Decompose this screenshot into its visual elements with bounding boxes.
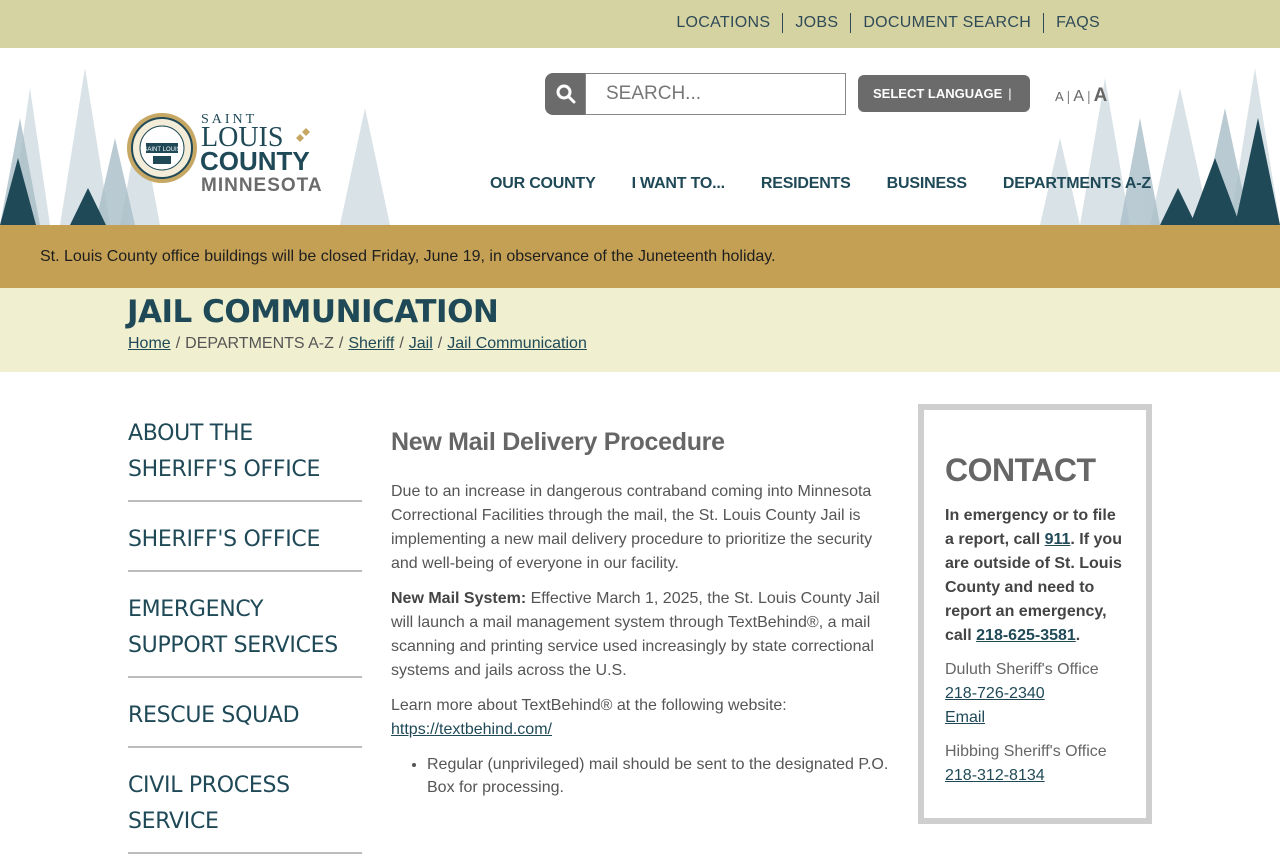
text-size-sep: | (1066, 88, 1071, 104)
content-paragraph: New Mail System: Effective March 1, 2025… (391, 587, 891, 683)
text-size-large[interactable]: A (1094, 85, 1108, 107)
contact-heading: CONTACT (945, 452, 1096, 488)
breadcrumb-sep: / (175, 335, 181, 352)
alert-text: St. Louis County office buildings will b… (40, 247, 776, 265)
content-paragraph: Learn more about TextBehind® at the foll… (391, 694, 891, 742)
breadcrumb-current[interactable]: Jail Communication (447, 335, 587, 352)
utility-bar: LOCATIONS JOBS DOCUMENT SEARCH FAQS (0, 0, 1280, 48)
duluth-office: Duluth Sheriff's Office 218-726-2340 Ema… (945, 658, 1126, 730)
phone-911-link[interactable]: 911 (1045, 531, 1071, 548)
utility-links: LOCATIONS JOBS DOCUMENT SEARCH FAQS (664, 13, 1112, 33)
duluth-phone-link[interactable]: 218-726-2340 (945, 685, 1045, 702)
breadcrumb-jail[interactable]: Jail (409, 335, 433, 352)
svg-text:COUNTY: COUNTY (200, 146, 310, 176)
text-size-sep: | (1086, 88, 1091, 104)
hibbing-office: Hibbing Sheriff's Office 218-312-8134 (945, 740, 1126, 788)
breadcrumb-sheriff[interactable]: Sheriff (348, 335, 394, 352)
svg-text:SAINT LOUIS: SAINT LOUIS (143, 147, 180, 153)
search-icon (556, 84, 575, 104)
breadcrumb-sep: / (338, 335, 344, 352)
sidebar-item-civil-process-service[interactable]: CIVIL PROCESS SERVICE (128, 762, 362, 854)
textbehind-link[interactable]: https://textbehind.com/ (391, 721, 552, 738)
sidebar-item-sheriffs-office[interactable]: SHERIFF'S OFFICE (128, 516, 362, 572)
county-logo[interactable]: SAINT LOUIS SAINT LOUIS COUNTY MINNESOTA (126, 110, 336, 200)
content-heading: New Mail Delivery Procedure (391, 428, 725, 456)
text-size-medium[interactable]: A (1073, 88, 1084, 106)
nav-business[interactable]: BUSINESS (887, 175, 967, 193)
duluth-email-link[interactable]: Email (945, 709, 985, 726)
document-search-link[interactable]: DOCUMENT SEARCH (850, 13, 1043, 33)
nav-our-county[interactable]: OUR COUNTY (490, 175, 596, 193)
hibbing-phone-link[interactable]: 218-312-8134 (945, 767, 1045, 784)
content-paragraph: Due to an increase in dangerous contraba… (391, 483, 873, 572)
sidebar-item-about-sheriffs-office[interactable]: ABOUT THE SHERIFF'S OFFICE (128, 410, 362, 502)
search-input[interactable] (585, 73, 846, 115)
county-seal-icon: SAINT LOUIS SAINT LOUIS COUNTY MINNESOTA (127, 112, 323, 196)
sidebar-item-rescue-squad[interactable]: RESCUE SQUAD (128, 692, 362, 748)
main-content: New Mail Delivery Procedure Due to an in… (391, 424, 891, 799)
emergency-phone-link[interactable]: 218-625-3581 (976, 627, 1076, 644)
svg-text:MINNESOTA: MINNESOTA (201, 175, 323, 196)
site-header: SAINT LOUIS SAINT LOUIS COUNTY MINNESOTA… (0, 48, 1280, 225)
contact-box: CONTACT In emergency or to file a report… (918, 404, 1152, 824)
breadcrumb-home[interactable]: Home (128, 335, 171, 352)
search-button[interactable] (545, 73, 586, 115)
locations-link[interactable]: LOCATIONS (664, 13, 782, 33)
sidebar-item-emergency-support-services[interactable]: EMERGENCY SUPPORT SERVICES (128, 586, 362, 678)
text-size-controls: A | A | A (1055, 85, 1107, 107)
jobs-link[interactable]: JOBS (782, 13, 850, 33)
select-language-button[interactable]: SELECT LANGUAGE | (858, 75, 1030, 112)
list-item: Regular (unprivileged) mail should be se… (427, 753, 891, 799)
breadcrumb-sep: / (437, 335, 443, 352)
emergency-text-part: . (1075, 627, 1081, 644)
title-band: JAIL COMMUNICATION Home / DEPARTMENTS A-Z /… (0, 288, 1280, 372)
select-language-label: SELECT LANGUAGE (873, 86, 1003, 101)
text-size-small[interactable]: A (1055, 89, 1064, 104)
office-name: Duluth Sheriff's Office (945, 661, 1099, 678)
office-name: Hibbing Sheriff's Office (945, 743, 1107, 760)
breadcrumb-sep: / (399, 335, 404, 352)
language-caret: | (1008, 86, 1012, 101)
breadcrumb: Home / DEPARTMENTS A-Z / Sheriff / Jail / Jail C… (128, 335, 587, 353)
new-mail-system-label: New Mail System: (391, 590, 527, 607)
faqs-link[interactable]: FAQS (1043, 13, 1112, 33)
nav-departments-a-z[interactable]: DEPARTMENTS A-Z (1003, 175, 1151, 193)
page-title: JAIL COMMUNICATION (127, 294, 499, 330)
main-nav: OUR COUNTY I WANT TO... RESIDENTS BUSINE… (490, 175, 1187, 193)
textbehind-text: Learn more about TextBehind® at the foll… (391, 697, 787, 714)
nav-residents[interactable]: RESIDENTS (761, 175, 851, 193)
sidebar-nav: ABOUT THE SHERIFF'S OFFICE SHERIFF'S OFF… (128, 410, 362, 868)
alert-banner: St. Louis County office buildings will b… (0, 225, 1280, 288)
nav-i-want-to[interactable]: I WANT TO... (632, 175, 726, 193)
breadcrumb-departments: DEPARTMENTS A-Z (185, 335, 334, 352)
mail-rules-list: Regular (unprivileged) mail should be se… (391, 753, 891, 799)
emergency-text: In emergency or to file a report, call 9… (945, 504, 1126, 648)
